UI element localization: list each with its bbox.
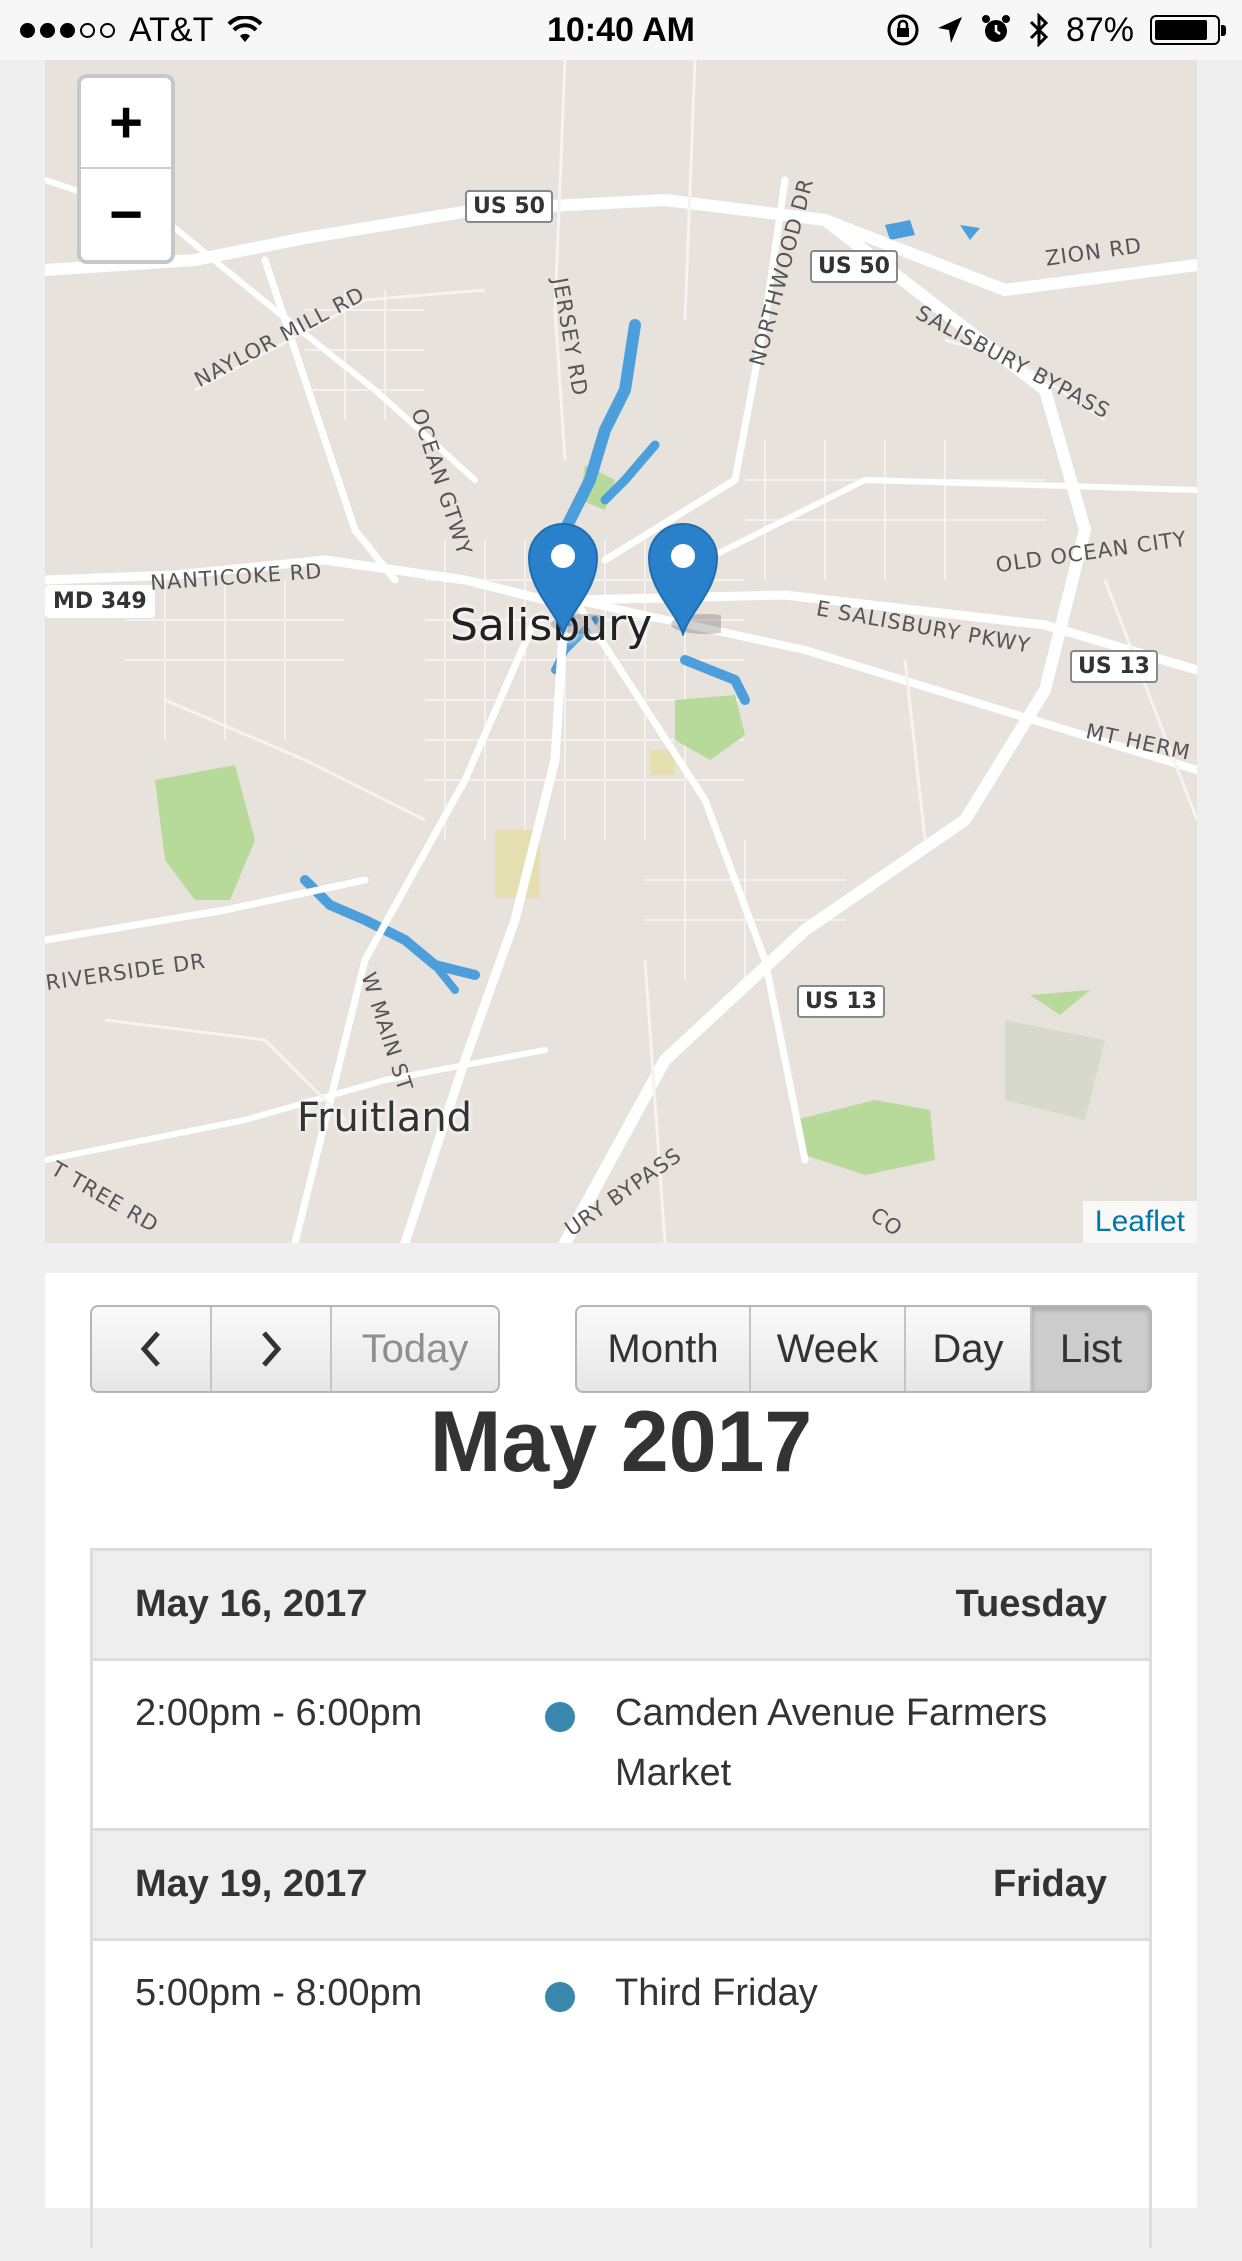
zoom-in-button[interactable]: +: [81, 78, 171, 169]
chevron-right-icon: [262, 1331, 282, 1367]
wifi-icon: [227, 16, 263, 42]
event-title[interactable]: Third Friday: [615, 1963, 1115, 2023]
status-left: AT&T: [20, 0, 263, 60]
week-view-button[interactable]: Week: [751, 1307, 906, 1391]
day-header: May 16, 2017 Tuesday: [93, 1551, 1149, 1661]
event-list: May 16, 2017 Tuesday 2:00pm - 6:00pm Cam…: [90, 1548, 1152, 2248]
chevron-left-icon: [140, 1331, 160, 1367]
next-button[interactable]: [212, 1307, 332, 1391]
day-header-date: May 16, 2017: [135, 1583, 368, 1625]
prev-button[interactable]: [92, 1307, 212, 1391]
today-button[interactable]: Today: [332, 1307, 498, 1391]
road-shield-us13-south: US 13: [797, 985, 885, 1018]
event-title[interactable]: Camden Avenue Farmers Market: [615, 1683, 1115, 1803]
map-marker-pin-icon[interactable]: [525, 520, 601, 636]
map[interactable]: US 50 US 50 US 13 US 13 ZION RD SALISBUR…: [45, 60, 1197, 1243]
view-button-group: Month Week Day List: [575, 1305, 1152, 1393]
nav-button-group: Today: [90, 1305, 500, 1393]
alarm-icon: [981, 15, 1010, 42]
list-view-button[interactable]: List: [1032, 1307, 1150, 1391]
carrier-name: AT&T: [129, 10, 214, 49]
event-color-dot: [545, 1702, 575, 1732]
location-arrow-icon: [937, 17, 962, 43]
event-time: 2:00pm - 6:00pm: [135, 1692, 423, 1734]
status-bar: AT&T 10:40 AM 87%: [0, 0, 1242, 60]
battery-icon: [1150, 15, 1226, 45]
day-header-date: May 19, 2017: [135, 1863, 368, 1905]
rotation-lock-icon: [887, 14, 919, 46]
event-time: 5:00pm - 8:00pm: [135, 1972, 423, 2014]
month-view-button[interactable]: Month: [577, 1307, 751, 1391]
city-label-fruitland: Fruitland: [297, 1095, 473, 1141]
day-header-weekday: Tuesday: [955, 1583, 1107, 1625]
map-attribution-link[interactable]: Leaflet: [1082, 1201, 1197, 1243]
road-shield-us50-east: US 50: [810, 250, 898, 283]
status-right: 87%: [886, 0, 1226, 60]
event-row[interactable]: 5:00pm - 8:00pm Third Friday: [93, 1941, 1149, 2261]
day-header: May 19, 2017 Friday: [93, 1831, 1149, 1941]
signal-strength-icon: [20, 22, 115, 38]
road-shield-us50: US 50: [465, 190, 553, 223]
calendar-panel: Today Month Week Day List May 2017 May 1…: [45, 1273, 1197, 2248]
battery-level: [1155, 20, 1208, 40]
event-row[interactable]: 2:00pm - 6:00pm Camden Avenue Farmers Ma…: [93, 1661, 1149, 1831]
bluetooth-icon: [1029, 13, 1049, 47]
zoom-out-button[interactable]: −: [81, 169, 171, 260]
road-shield-us13: US 13: [1070, 650, 1158, 683]
map-marker-pin-icon[interactable]: [645, 520, 721, 636]
calendar-toolbar: Today Month Week Day List: [90, 1305, 1152, 1393]
zoom-control: + −: [77, 74, 175, 264]
calendar-title: May 2017: [429, 1394, 813, 1490]
event-color-dot: [545, 1982, 575, 2012]
battery-percent: 87%: [1065, 10, 1134, 49]
day-view-button[interactable]: Day: [906, 1307, 1032, 1391]
day-header-weekday: Friday: [992, 1863, 1107, 1905]
road-label-md349: MD 349: [45, 585, 155, 618]
